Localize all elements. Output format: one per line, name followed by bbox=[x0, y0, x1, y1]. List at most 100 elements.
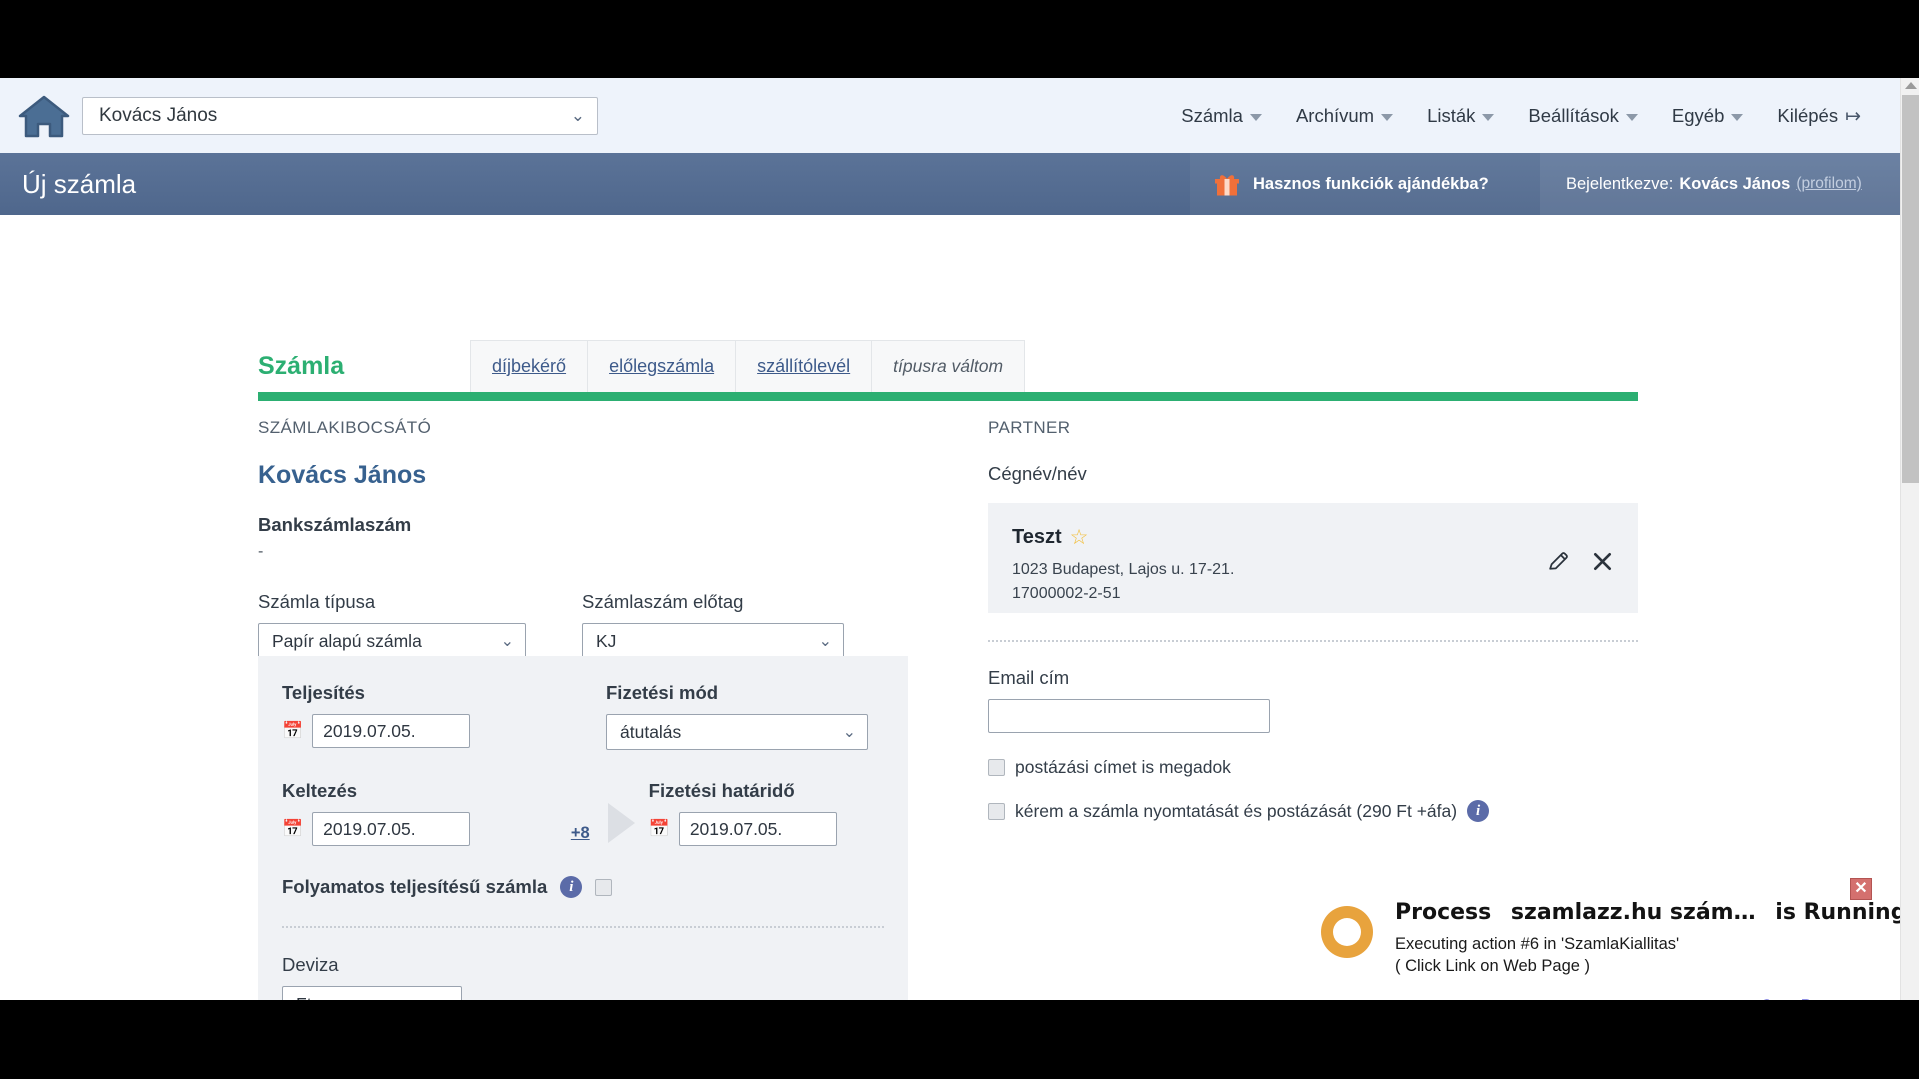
fulfillment-date-input[interactable]: 2019.07.05. bbox=[312, 714, 471, 748]
tab-elolegszamla[interactable]: előlegszámla bbox=[588, 341, 737, 392]
process-action-line: Executing action #6 in 'SzamlaKiallitas' bbox=[1395, 935, 1680, 953]
profile-link[interactable]: (profilom) bbox=[1796, 175, 1861, 193]
continuous-fulfillment-row: Folyamatos teljesítésű számla i bbox=[282, 876, 884, 898]
email-field: Email cím bbox=[988, 667, 1270, 733]
print-and-post-label: kérem a számla nyomtatását és postázását… bbox=[1015, 800, 1458, 821]
invoice-settings-panel: Teljesítés 📅 2019.07.05. Fizetési mód át… bbox=[258, 656, 908, 1000]
chevron-down-icon: ⌄ bbox=[570, 105, 585, 125]
tab-dijbekero[interactable]: díjbekérő bbox=[471, 341, 589, 392]
partner-name-label: Cégnév/név bbox=[988, 463, 1087, 484]
continuous-fulfillment-checkbox[interactable] bbox=[595, 878, 613, 896]
calendar-icon[interactable]: 📅 bbox=[282, 721, 303, 741]
number-prefix-value: KJ bbox=[596, 630, 617, 651]
due-date-input[interactable]: 2019.07.05. bbox=[678, 812, 837, 846]
close-overlay-button[interactable]: ✕ bbox=[1850, 878, 1872, 900]
partner-card-tax-number: 17000002-2-51 bbox=[1012, 584, 1121, 602]
print-and-post-row[interactable]: kérem a számla nyomtatását és postázását… bbox=[988, 800, 1638, 822]
chevron-down-icon bbox=[1731, 114, 1744, 121]
info-icon[interactable]: i bbox=[560, 876, 583, 898]
close-icon[interactable] bbox=[1591, 550, 1614, 579]
browser-viewport: Kovács János ⌄ Számla Archívum Listák Be… bbox=[0, 78, 1919, 1000]
vertical-scrollbar[interactable] bbox=[1900, 78, 1919, 1000]
chevron-up-icon[interactable] bbox=[1905, 82, 1917, 89]
account-select[interactable]: Kovács János ⌄ bbox=[82, 96, 598, 135]
invoice-type-tabs: Számla díjbekérő előlegszámla szállítóle… bbox=[258, 340, 1638, 392]
process-status-overlay: Process szamlazz.hu szám… is Running Exe… bbox=[1295, 878, 1906, 1000]
home-icon[interactable] bbox=[18, 93, 70, 139]
postal-address-row[interactable]: postázási címet is megadok bbox=[988, 757, 1638, 778]
email-input[interactable] bbox=[988, 699, 1270, 733]
payment-method-value: átutalás bbox=[620, 721, 682, 742]
divider bbox=[988, 640, 1638, 642]
menu-item-egyeb[interactable]: Egyéb bbox=[1655, 105, 1760, 127]
menu-item-beallitasok[interactable]: Beállítások bbox=[1511, 105, 1655, 127]
menu-label: Egyéb bbox=[1671, 104, 1725, 126]
calendar-icon[interactable]: 📅 bbox=[282, 819, 303, 839]
payment-method-field: Fizetési mód átutalás ⌄ bbox=[606, 682, 868, 750]
logout-icon: ↦ bbox=[1845, 106, 1861, 127]
due-date-field: Fizetési határidő 📅 2019.07.05. bbox=[649, 780, 884, 846]
bank-account-value: - bbox=[258, 543, 264, 560]
main-menu: Számla Archívum Listák Beállítások Egyéb bbox=[1164, 104, 1878, 128]
bank-account-label: Bankszámlaszám bbox=[258, 514, 412, 535]
issue-date-input[interactable]: 2019.07.05. bbox=[312, 812, 471, 846]
number-prefix-select[interactable]: KJ ⌄ bbox=[582, 623, 844, 659]
star-icon[interactable]: ☆ bbox=[1070, 525, 1089, 550]
alternate-type-tabs: díjbekérő előlegszámla szállítólevél típ… bbox=[470, 340, 1026, 392]
active-tab-underline bbox=[258, 392, 1638, 401]
fulfillment-field: Teljesítés 📅 2019.07.05. bbox=[282, 682, 550, 750]
page-title: Új számla bbox=[22, 168, 137, 199]
currency-label: Deviza bbox=[282, 954, 339, 975]
logged-in-username: Kovács János bbox=[1679, 174, 1791, 193]
issuer-column: SZÁMLAKIBOCSÁTÓ Kovács János Bankszámlas… bbox=[258, 418, 908, 659]
menu-item-szamla[interactable]: Számla bbox=[1164, 105, 1279, 127]
issue-date-value: 2019.07.05. bbox=[323, 818, 416, 839]
menu-label: Archívum bbox=[1295, 104, 1375, 126]
arrow-right-icon bbox=[607, 803, 635, 843]
postal-address-checkbox[interactable] bbox=[988, 759, 1005, 776]
logged-in-user-box: Bejelentkezve: Kovács János (profilom) bbox=[1540, 153, 1900, 215]
tab-szallitolevel[interactable]: szállítólevél bbox=[736, 341, 873, 392]
plus-eight-days-link[interactable]: +8 bbox=[571, 824, 590, 843]
partner-column: PARTNER Cégnév/név Teszt ☆ 1023 Budapest… bbox=[988, 418, 1638, 822]
calendar-icon[interactable]: 📅 bbox=[649, 819, 670, 839]
invoice-type-select[interactable]: Papír alapú számla ⌄ bbox=[258, 623, 526, 659]
payment-method-select[interactable]: átutalás ⌄ bbox=[606, 714, 868, 750]
number-prefix-field: Számlaszám előtag KJ ⌄ bbox=[582, 591, 844, 659]
top-navigation-bar: Kovács János ⌄ Számla Archívum Listák Be… bbox=[0, 78, 1900, 153]
page-title-bar: Új számla Hasznos funkciók ajándékba? Be… bbox=[0, 153, 1900, 215]
process-action-detail-line: ( Click Link on Web Page ) bbox=[1395, 956, 1591, 975]
due-date-value: 2019.07.05. bbox=[689, 818, 783, 839]
partner-card: Teszt ☆ 1023 Budapest, Lajos u. 17-21. 1… bbox=[988, 503, 1638, 613]
partner-section-kicker: PARTNER bbox=[988, 418, 1071, 437]
scrollbar-thumb[interactable] bbox=[1902, 95, 1919, 483]
process-title: Process szamlazz.hu szám… is Running bbox=[1395, 900, 1906, 925]
issuer-section-kicker: SZÁMLAKIBOCSÁTÓ bbox=[258, 418, 432, 437]
pencil-icon[interactable] bbox=[1546, 549, 1571, 580]
stop-process-link[interactable]: Stop Process bbox=[1761, 996, 1862, 1000]
menu-item-kilepes[interactable]: Kilépés ↦ bbox=[1760, 104, 1878, 128]
promo-banner[interactable]: Hasznos funkciók ajándékba? bbox=[1190, 153, 1540, 215]
menu-item-archivum[interactable]: Archívum bbox=[1279, 105, 1410, 127]
invoice-type-field: Számla típusa Papír alapú számla ⌄ bbox=[258, 591, 526, 659]
tab-tipusra-valtom-hint: típusra váltom bbox=[893, 356, 1004, 376]
invoice-type-value: Papír alapú számla bbox=[272, 630, 422, 651]
menu-label: Beállítások bbox=[1528, 104, 1619, 126]
process-title-prefix: Process bbox=[1395, 900, 1492, 925]
payment-method-label: Fizetési mód bbox=[606, 682, 719, 703]
print-and-post-checkbox[interactable] bbox=[988, 802, 1005, 820]
logged-in-prefix: Bejelentkezve: bbox=[1566, 174, 1674, 193]
issuer-name: Kovács János bbox=[258, 461, 427, 489]
email-label: Email cím bbox=[988, 667, 1070, 688]
menu-label: Számla bbox=[1181, 104, 1243, 126]
process-action-detail: Executing action #6 in 'SzamlaKiallitas'… bbox=[1395, 934, 1679, 978]
promo-text: Hasznos funkciók ajándékba? bbox=[1253, 174, 1489, 193]
chevron-down-icon: ⌄ bbox=[818, 633, 832, 650]
chevron-down-icon: ⌄ bbox=[500, 633, 514, 650]
number-prefix-label: Számlaszám előtag bbox=[582, 591, 744, 612]
menu-item-listak[interactable]: Listák bbox=[1410, 105, 1511, 127]
issue-date-field: Keltezés 📅 2019.07.05. bbox=[282, 780, 545, 846]
info-icon[interactable]: i bbox=[1467, 800, 1490, 822]
tab-szamla[interactable]: Számla bbox=[258, 340, 470, 392]
currency-select[interactable]: Ft ⌄ bbox=[282, 986, 462, 1000]
